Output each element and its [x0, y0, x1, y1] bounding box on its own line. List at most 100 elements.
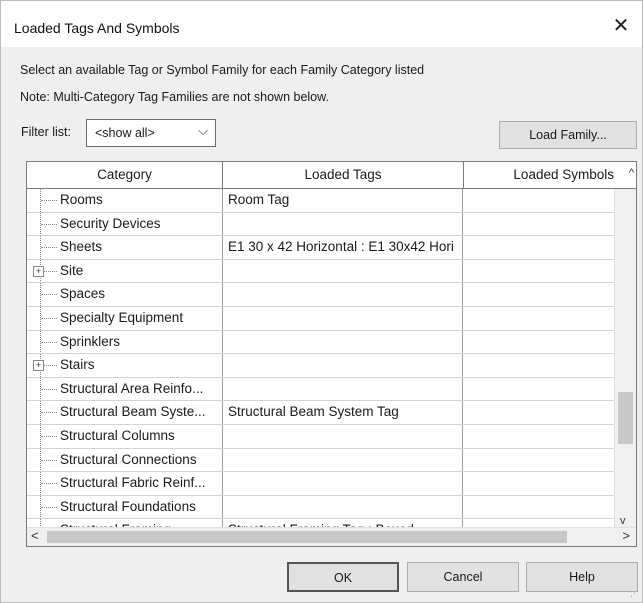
- filter-dropdown[interactable]: <show all> ⌵: [86, 119, 216, 147]
- category-label: Structural Fabric Reinf...: [60, 475, 206, 491]
- loaded-tags-cell[interactable]: [223, 212, 463, 236]
- instruction-text: Select an available Tag or Symbol Family…: [20, 63, 425, 77]
- tree-connector: [41, 247, 57, 249]
- loaded-symbols-cell[interactable]: [464, 189, 614, 212]
- category-label: Spaces: [60, 286, 106, 302]
- table-row[interactable]: Structural Area Reinfo...: [27, 377, 614, 402]
- loaded-tags-cell[interactable]: [223, 283, 463, 306]
- table-row[interactable]: Specialty Equipment: [27, 306, 614, 331]
- category-cell[interactable]: Structural Beam Syste...: [27, 401, 223, 424]
- column-header-loaded-tags[interactable]: Loaded Tags: [223, 162, 464, 188]
- scroll-up-icon[interactable]: ^: [629, 167, 634, 179]
- loaded-tags-cell[interactable]: [223, 259, 463, 283]
- table-row[interactable]: + Site: [27, 259, 614, 284]
- category-cell[interactable]: Specialty Equipment: [27, 306, 223, 330]
- tree-connector: [41, 388, 57, 390]
- table-row[interactable]: Rooms Room Tag: [27, 189, 614, 213]
- loaded-symbols-cell[interactable]: [464, 449, 614, 472]
- tree-connector: [41, 341, 57, 343]
- loaded-symbols-cell[interactable]: [464, 331, 614, 354]
- category-label: Security Devices: [60, 215, 161, 231]
- category-label: Structural Foundations: [60, 498, 196, 514]
- category-cell[interactable]: Sprinklers: [27, 330, 223, 354]
- loaded-tags-cell[interactable]: Room Tag: [223, 189, 463, 212]
- loaded-symbols-cell[interactable]: [464, 283, 614, 306]
- category-cell[interactable]: Structural Fabric Reinf...: [27, 472, 223, 495]
- title-bar: Loaded Tags And Symbols ✕: [1, 1, 642, 47]
- loaded-tags-cell[interactable]: [223, 377, 463, 401]
- category-label: Sheets: [60, 239, 103, 255]
- tree-connector: [41, 483, 57, 485]
- loaded-symbols-cell[interactable]: [464, 213, 614, 236]
- column-header-loaded-symbols[interactable]: Loaded Symbols: [464, 162, 616, 188]
- category-cell[interactable]: Rooms: [27, 189, 223, 212]
- loaded-tags-cell[interactable]: [223, 424, 463, 448]
- horizontal-scrollbar[interactable]: < >: [27, 527, 636, 546]
- category-cell[interactable]: Structural Connections: [27, 448, 223, 472]
- loaded-tags-cell[interactable]: [223, 306, 463, 330]
- column-header-category[interactable]: Category: [27, 162, 223, 188]
- loaded-symbols-cell[interactable]: [464, 496, 614, 519]
- dialog-title: Loaded Tags And Symbols: [14, 20, 180, 36]
- scroll-down-icon[interactable]: v: [620, 515, 626, 527]
- horizontal-scroll-thumb[interactable]: [47, 531, 567, 543]
- loaded-symbols-cell[interactable]: [464, 354, 614, 377]
- loaded-symbols-cell[interactable]: [464, 472, 614, 495]
- table-row[interactable]: + Stairs: [27, 354, 614, 378]
- tree-connector: [41, 412, 57, 414]
- filter-label: Filter list:: [21, 125, 71, 139]
- loaded-tags-cell[interactable]: Structural Beam System Tag: [223, 401, 463, 424]
- category-label: Rooms: [60, 192, 103, 207]
- table-row[interactable]: Structural Connections: [27, 448, 614, 473]
- note-text: Note: Multi-Category Tag Families are no…: [20, 90, 329, 104]
- loaded-tags-cell[interactable]: [223, 448, 463, 472]
- category-label: Structural Columns: [60, 427, 175, 443]
- load-family-button[interactable]: Load Family...: [499, 121, 637, 149]
- loaded-symbols-cell[interactable]: [464, 425, 614, 448]
- category-label: Sprinklers: [60, 333, 121, 349]
- loaded-symbols-cell[interactable]: [464, 236, 614, 259]
- table-row[interactable]: Sheets E1 30 x 42 Horizontal : E1 30x42 H…: [27, 236, 614, 260]
- expand-icon[interactable]: +: [33, 360, 44, 372]
- category-cell[interactable]: Structural Columns: [27, 424, 223, 448]
- vertical-scrollbar[interactable]: v: [614, 189, 636, 529]
- category-label: Site: [60, 262, 84, 278]
- resize-grip-icon[interactable]: ⋰: [630, 588, 639, 599]
- table-row[interactable]: Structural Fabric Reinf...: [27, 472, 614, 496]
- tree-connector: [41, 294, 57, 296]
- expand-icon[interactable]: +: [33, 265, 44, 277]
- table-row[interactable]: Sprinklers: [27, 330, 614, 355]
- loaded-symbols-cell[interactable]: [464, 378, 614, 401]
- table-row[interactable]: Security Devices: [27, 212, 614, 237]
- cancel-button[interactable]: Cancel: [407, 562, 519, 592]
- category-label: Structural Connections: [60, 451, 197, 467]
- table-row[interactable]: Structural Columns: [27, 424, 614, 449]
- table-row[interactable]: Structural Beam Syste... Structural Beam …: [27, 401, 614, 425]
- category-label: Stairs: [60, 357, 95, 373]
- loaded-symbols-cell[interactable]: [464, 401, 614, 424]
- category-cell[interactable]: Structural Area Reinfo...: [27, 377, 223, 401]
- loaded-tags-cell[interactable]: [223, 472, 463, 495]
- loaded-tags-cell[interactable]: [223, 354, 463, 377]
- loaded-tags-cell[interactable]: E1 30 x 42 Horizontal : E1 30x42 Hori: [223, 236, 463, 259]
- ok-button[interactable]: OK: [287, 562, 399, 592]
- close-icon[interactable]: ✕: [610, 15, 632, 37]
- help-button[interactable]: Help: [526, 562, 638, 592]
- grid-rows: Rooms Room Tag Security Devices Sheets E1 30…: [27, 189, 614, 543]
- scroll-right-icon[interactable]: >: [622, 528, 630, 543]
- table-row[interactable]: Structural Foundations: [27, 495, 614, 520]
- category-cell[interactable]: Spaces: [27, 283, 223, 306]
- loaded-tags-cell[interactable]: [223, 330, 463, 354]
- loaded-symbols-cell[interactable]: [464, 260, 614, 283]
- category-cell[interactable]: + Site: [27, 259, 223, 283]
- category-cell[interactable]: Sheets: [27, 236, 223, 259]
- loaded-tags-cell[interactable]: [223, 495, 463, 519]
- category-cell[interactable]: Structural Foundations: [27, 495, 223, 519]
- category-cell[interactable]: + Stairs: [27, 354, 223, 377]
- vertical-scroll-thumb[interactable]: [618, 392, 633, 444]
- tree-connector: [41, 317, 57, 319]
- scroll-left-icon[interactable]: <: [31, 528, 39, 543]
- table-row[interactable]: Spaces: [27, 283, 614, 307]
- category-cell[interactable]: Security Devices: [27, 212, 223, 236]
- loaded-symbols-cell[interactable]: [464, 307, 614, 330]
